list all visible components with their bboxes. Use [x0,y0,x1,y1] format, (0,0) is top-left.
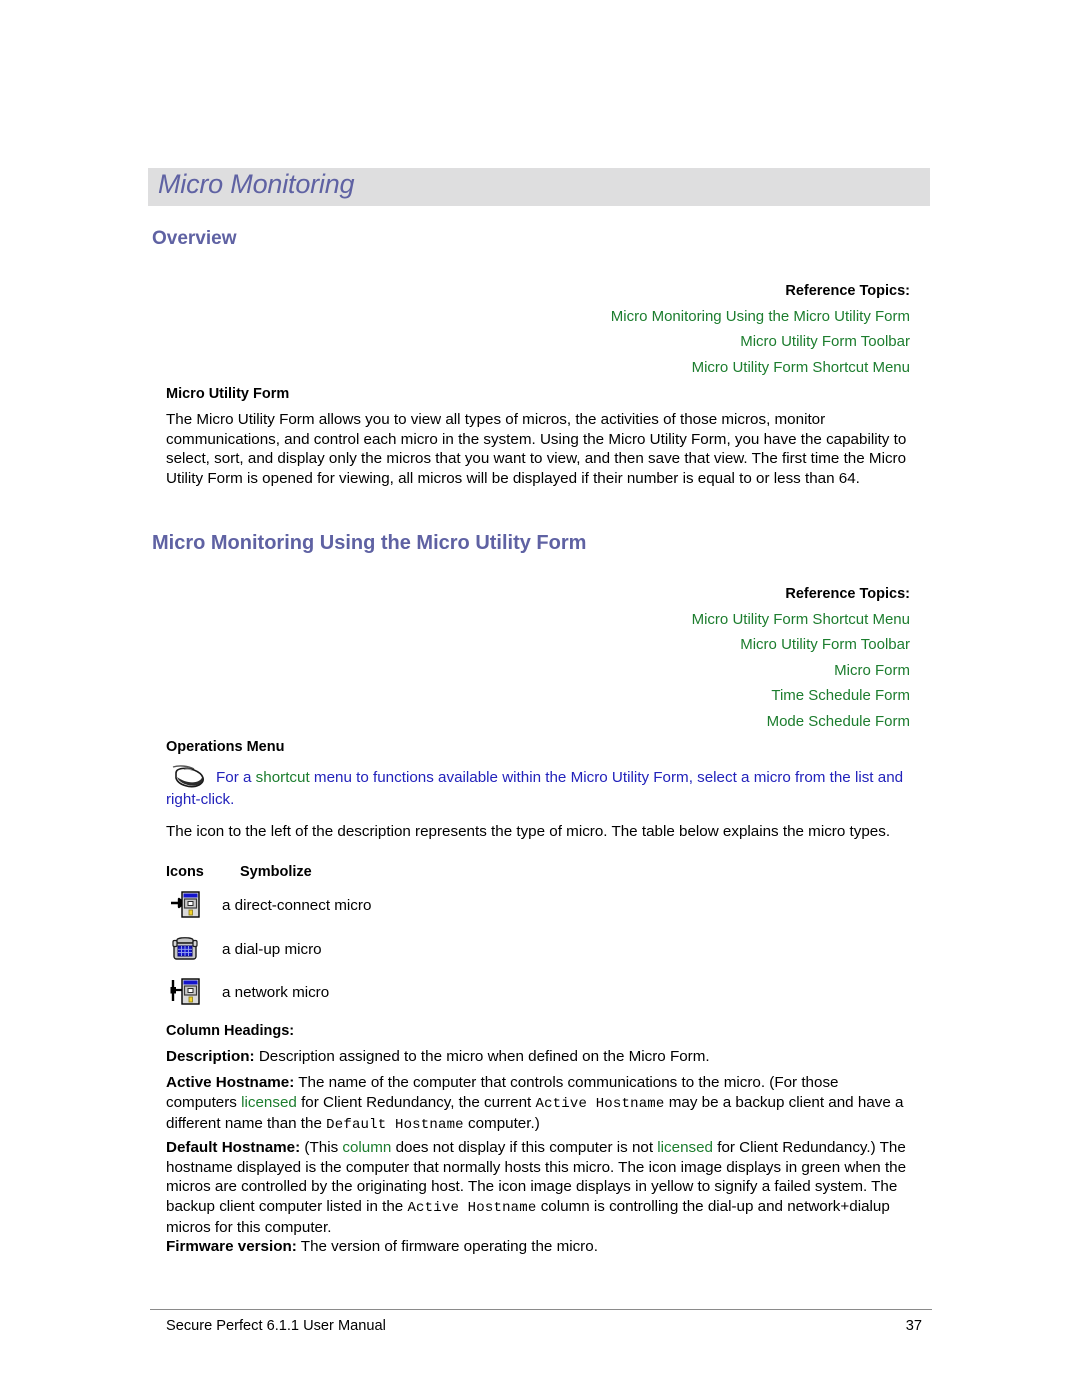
reference-topics-label: Reference Topics: [785,586,910,602]
description-paragraph: Description: Description assigned to the… [166,1047,912,1067]
mouse-icon [166,764,212,790]
column-header-symbolize: Symbolize [240,864,312,880]
active-hostname-term: Active Hostname: [166,1074,295,1091]
using-section-heading: Micro Monitoring Using the Micro Utility… [152,532,587,554]
firmware-term: Firmware version: [166,1238,297,1255]
table-row: a dial-up micro [166,932,646,976]
reference-link[interactable]: Mode Schedule Form [290,709,910,734]
using-section-reference-topics: Reference Topics: Micro Utility Form Sho… [290,582,910,734]
row-label: a network micro [222,984,330,1001]
default-hostname-p1: (This [300,1139,343,1156]
micro-utility-form-subheading: Micro Utility Form [166,386,290,402]
shortcut-note: For a shortcut menu to functions availab… [166,764,914,810]
document-page: Micro Monitoring Overview Reference Topi… [0,0,1080,1397]
default-hostname-paragraph: Default Hostname: (This column does not … [166,1138,912,1238]
column-headings-heading: Column Headings: [166,1023,295,1039]
reference-link[interactable]: Micro Utility Form Shortcut Menu [290,355,910,380]
licensed-link[interactable]: licensed [657,1139,713,1156]
network-micro-icon [170,977,204,1009]
default-hostname-mono: Default Hostname [326,1117,464,1134]
shortcut-link[interactable]: shortcut [256,769,310,786]
direct-connect-micro-icon [170,890,204,922]
table-header-row: Icons Symbolize [166,864,646,888]
footer-divider [150,1309,932,1310]
chapter-title: Micro Monitoring [158,169,355,199]
icon-intro-paragraph: The icon to the left of the description … [166,823,891,840]
footer-page-number: 37 [905,1318,922,1334]
active-hostname-mono: Active Hostname [407,1199,537,1216]
table-row: a direct-connect micro [166,888,646,932]
active-hostname-mono: Active Hostname [535,1095,665,1112]
reference-link[interactable]: Micro Utility Form Toolbar [290,329,910,354]
description-text: Description assigned to the micro when d… [254,1048,710,1065]
default-hostname-term: Default Hostname: [166,1139,301,1156]
shortcut-note-part1: For a [216,769,256,786]
footer-manual-title: Secure Perfect 6.1.1 User Manual [166,1318,386,1334]
row-label: a dial-up micro [222,940,322,958]
overview-reference-topics: Reference Topics: Micro Monitoring Using… [290,279,910,380]
column-link[interactable]: column [342,1139,391,1156]
reference-topics-label: Reference Topics: [785,283,910,299]
table-row: a network micro [166,975,646,1019]
row-label: a direct-connect micro [222,897,372,914]
default-hostname-p2: does not display if this computer is not [391,1139,658,1156]
licensed-link[interactable]: licensed [241,1094,297,1111]
reference-link[interactable]: Micro Utility Form Shortcut Menu [290,607,910,632]
overview-heading: Overview [152,228,237,249]
column-header-icons: Icons [166,864,204,880]
firmware-version-paragraph: Firmware version: The version of firmwar… [166,1237,912,1257]
reference-link[interactable]: Micro Form [290,658,910,683]
active-hostname-p4: computer.) [463,1115,540,1133]
reference-link[interactable]: Micro Utility Form Toolbar [290,632,910,657]
overview-body-paragraph: The Micro Utility Form allows you to vie… [166,411,907,487]
chapter-title-band: Micro Monitoring [148,168,930,206]
active-hostname-p2: for Client Redundancy, the current [296,1093,536,1111]
icons-symbolize-table: Icons Symbolize a direct-connect micro a… [166,864,646,1019]
description-term: Description: [166,1048,255,1065]
reference-link[interactable]: Time Schedule Form [290,683,910,708]
firmware-text: The version of firmware operating the mi… [296,1238,598,1255]
active-hostname-paragraph: Active Hostname: The name of the compute… [166,1073,912,1136]
operations-menu-heading: Operations Menu [166,739,285,755]
reference-link[interactable]: Micro Monitoring Using the Micro Utility… [290,304,910,329]
dial-up-micro-icon [170,934,204,966]
